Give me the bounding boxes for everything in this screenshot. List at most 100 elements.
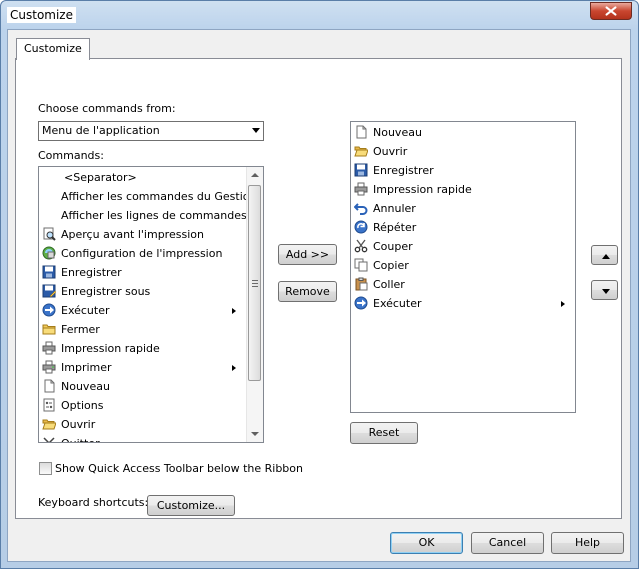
list-item-label: Enregistrer bbox=[373, 164, 434, 177]
list-item-label: Configuration de l'impression bbox=[61, 247, 223, 260]
list-item[interactable]: Fermer bbox=[39, 320, 263, 339]
customize-dialog: Customize Customize Choose commands from… bbox=[0, 0, 639, 569]
help-button[interactable]: Help bbox=[551, 532, 624, 554]
submenu-arrow-icon bbox=[561, 301, 565, 307]
list-item-label: Enregistrer sous bbox=[61, 285, 151, 298]
list-item-label: Quitter bbox=[61, 434, 100, 442]
quick-print-icon bbox=[42, 341, 56, 355]
list-item-label: Imprimer bbox=[61, 361, 112, 374]
reset-button[interactable]: Reset bbox=[350, 422, 418, 444]
paste-icon bbox=[354, 277, 368, 291]
new-document-icon bbox=[354, 125, 368, 139]
chevron-down-icon bbox=[252, 128, 260, 133]
list-item[interactable]: Impression rapide bbox=[39, 339, 263, 358]
list-item-label: Annuler bbox=[373, 202, 416, 215]
list-item[interactable]: Options bbox=[39, 396, 263, 415]
toolbar-commands-list[interactable]: Nouveau Ouvrir Enregistrer Impression rapid… bbox=[350, 121, 576, 413]
grip-line bbox=[252, 283, 258, 284]
list-item[interactable]: Quitter bbox=[39, 434, 263, 442]
list-item[interactable]: Enregistrer bbox=[351, 161, 575, 180]
close-folder-icon bbox=[42, 322, 56, 336]
list-item[interactable]: <Separator> bbox=[39, 168, 263, 187]
arrow-up-icon bbox=[602, 254, 610, 259]
list-item-label: Afficher les lignes de commandes bbox=[61, 209, 247, 222]
title-bar[interactable]: Customize bbox=[1, 1, 638, 29]
tab-panel: Choose commands from: Menu de l'applicat… bbox=[15, 58, 622, 519]
page-setup-icon bbox=[42, 246, 56, 260]
scrollbar-thumb[interactable] bbox=[248, 185, 261, 381]
scroll-up-icon[interactable] bbox=[251, 173, 259, 177]
save-icon bbox=[42, 265, 56, 279]
copy-icon bbox=[354, 258, 368, 272]
run-icon bbox=[42, 303, 56, 317]
ok-button[interactable]: OK bbox=[390, 532, 463, 554]
list-item[interactable]: Aperçu avant l'impression bbox=[39, 225, 263, 244]
grip-line bbox=[252, 280, 258, 281]
list-item-label: Options bbox=[61, 399, 104, 412]
list-item[interactable]: Exécuter bbox=[351, 294, 575, 313]
list-item[interactable]: Copier bbox=[351, 256, 575, 275]
list-item-label: <Separator> bbox=[64, 171, 137, 184]
list-item-label: Ouvrir bbox=[373, 145, 408, 158]
list-item-label: Afficher les commandes du Gestionnai bbox=[61, 190, 264, 203]
window-title: Customize bbox=[7, 7, 76, 23]
list-item-label: Aperçu avant l'impression bbox=[61, 228, 204, 241]
list-item[interactable]: Imprimer bbox=[39, 358, 263, 377]
cancel-button[interactable]: Cancel bbox=[471, 532, 544, 554]
redo-icon bbox=[354, 220, 368, 234]
tab-customize[interactable]: Customize bbox=[16, 38, 90, 60]
keyboard-shortcuts-label: Keyboard shortcuts: bbox=[38, 496, 149, 509]
list-item[interactable]: Ouvrir bbox=[39, 415, 263, 434]
new-document-icon bbox=[42, 379, 56, 393]
submenu-arrow-icon bbox=[232, 308, 236, 314]
choose-commands-value: Menu de l'application bbox=[42, 124, 160, 137]
print-preview-icon bbox=[42, 227, 56, 241]
list-item-label: Exécuter bbox=[61, 304, 110, 317]
list-item-label: Copier bbox=[373, 259, 409, 272]
list-item[interactable]: Enregistrer sous bbox=[39, 282, 263, 301]
list-item-label: Ouvrir bbox=[61, 418, 96, 431]
options-icon bbox=[42, 398, 56, 412]
qat-below-ribbon-label[interactable]: Show Quick Access Toolbar below the Ribb… bbox=[55, 462, 303, 475]
list-item[interactable]: Impression rapide bbox=[351, 180, 575, 199]
list-item[interactable]: Couper bbox=[351, 237, 575, 256]
commands-list[interactable]: <Separator> Afficher les commandes du Ges… bbox=[38, 166, 264, 443]
list-item-label: Impression rapide bbox=[61, 342, 160, 355]
list-item-label: Coller bbox=[373, 278, 405, 291]
quick-print-icon bbox=[354, 182, 368, 196]
move-up-button[interactable] bbox=[591, 245, 618, 265]
customize-shortcuts-button[interactable]: Customize... bbox=[147, 495, 235, 516]
remove-button[interactable]: Remove bbox=[278, 281, 337, 302]
commands-scrollbar[interactable] bbox=[246, 167, 263, 442]
list-item[interactable]: Nouveau bbox=[351, 123, 575, 142]
choose-commands-label: Choose commands from: bbox=[38, 102, 176, 115]
close-button[interactable] bbox=[590, 2, 632, 20]
choose-commands-dropdown[interactable]: Menu de l'application bbox=[38, 121, 264, 141]
list-item[interactable]: Annuler bbox=[351, 199, 575, 218]
list-item[interactable]: Répéter bbox=[351, 218, 575, 237]
list-item[interactable]: Coller bbox=[351, 275, 575, 294]
list-item-label: Nouveau bbox=[373, 126, 422, 139]
list-item[interactable]: Configuration de l'impression bbox=[39, 244, 263, 263]
qat-below-ribbon-checkbox[interactable] bbox=[39, 462, 52, 475]
list-item-label: Fermer bbox=[61, 323, 100, 336]
run-icon bbox=[354, 296, 368, 310]
list-item[interactable]: Enregistrer bbox=[39, 263, 263, 282]
list-item-label: Exécuter bbox=[373, 297, 422, 310]
list-item[interactable]: Exécuter bbox=[39, 301, 263, 320]
list-item[interactable]: Afficher les lignes de commandes bbox=[39, 206, 263, 225]
move-down-button[interactable] bbox=[591, 280, 618, 300]
list-item[interactable]: Ouvrir bbox=[351, 142, 575, 161]
list-item[interactable]: Afficher les commandes du Gestionnai bbox=[39, 187, 263, 206]
cut-icon bbox=[354, 239, 368, 253]
add-button[interactable]: Add >> bbox=[278, 244, 337, 265]
print-icon bbox=[42, 360, 56, 374]
list-item[interactable]: Nouveau bbox=[39, 377, 263, 396]
list-item-label: Enregistrer bbox=[61, 266, 122, 279]
commands-label: Commands: bbox=[38, 149, 104, 162]
arrow-down-icon bbox=[602, 289, 610, 294]
submenu-arrow-icon bbox=[232, 365, 236, 371]
save-icon bbox=[354, 163, 368, 177]
scroll-down-icon[interactable] bbox=[251, 432, 259, 436]
undo-icon bbox=[353, 201, 368, 215]
